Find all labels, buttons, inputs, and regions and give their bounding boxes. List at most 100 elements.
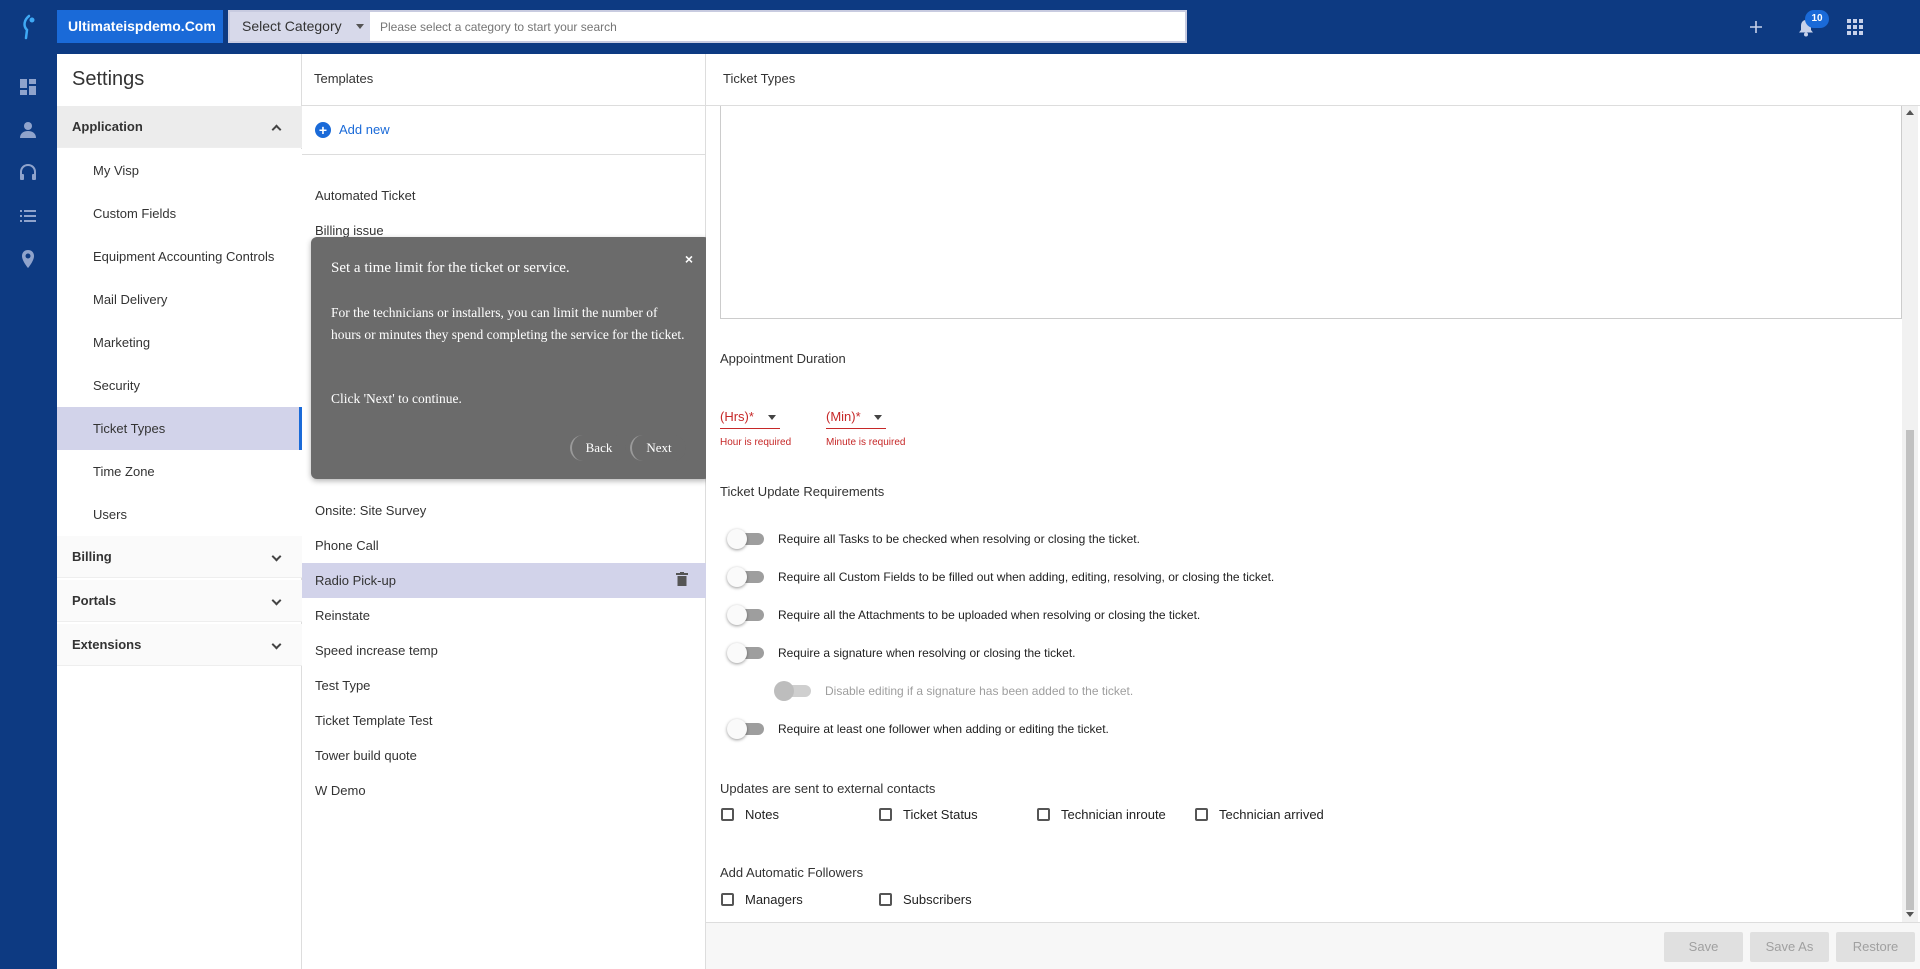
ticket-status-label: Ticket Status bbox=[903, 807, 978, 822]
hours-error: Hour is required bbox=[720, 437, 792, 448]
scroll-thumb[interactable] bbox=[1906, 430, 1914, 910]
minutes-select[interactable]: (Min)* bbox=[826, 407, 886, 429]
search-input[interactable] bbox=[380, 12, 1170, 41]
template-item[interactable]: Test Type bbox=[302, 668, 706, 703]
close-icon[interactable]: × bbox=[685, 251, 693, 267]
appointment-duration-label: Appointment Duration bbox=[720, 351, 846, 366]
save-as-button[interactable]: Save As bbox=[1750, 932, 1829, 962]
section-label: Billing bbox=[72, 549, 112, 564]
settings-item-marketing[interactable]: Marketing bbox=[57, 321, 302, 364]
description-editor[interactable] bbox=[720, 106, 1902, 319]
apps-grid-icon[interactable] bbox=[1842, 14, 1868, 40]
add-circle-icon: + bbox=[315, 122, 331, 138]
external-contacts-label: Updates are sent to external contacts bbox=[720, 781, 936, 796]
ticket-type-editor: Ticket Types Appointment Duration (Hrs)*… bbox=[706, 54, 1920, 969]
section-extensions[interactable]: Extensions bbox=[57, 624, 302, 666]
tour-body: For the technicians or installers, you c… bbox=[331, 305, 685, 342]
chevron-down-icon bbox=[271, 551, 282, 562]
section-label: Application bbox=[72, 119, 143, 134]
template-item[interactable]: Speed increase temp bbox=[302, 633, 706, 668]
person-icon[interactable] bbox=[17, 119, 39, 141]
hours-select[interactable]: (Hrs)* bbox=[720, 407, 780, 429]
section-label: Extensions bbox=[72, 637, 142, 652]
template-item[interactable]: W Demo bbox=[302, 773, 706, 808]
location-pin-icon[interactable] bbox=[17, 248, 39, 270]
require-tasks-toggle[interactable] bbox=[727, 529, 764, 549]
logo-icon[interactable] bbox=[18, 14, 40, 40]
technician-arrived-checkbox[interactable] bbox=[1195, 808, 1208, 821]
ticket-status-checkbox[interactable] bbox=[879, 808, 892, 821]
minutes-placeholder: (Min)* bbox=[826, 409, 861, 424]
page-title: Settings bbox=[72, 68, 145, 90]
toggle-knob bbox=[727, 643, 747, 663]
settings-item-ticket-types[interactable]: Ticket Types bbox=[57, 407, 302, 450]
account-brand-button[interactable]: Ultimateispdemo.Com bbox=[57, 10, 223, 43]
add-new-label: Add new bbox=[339, 122, 390, 137]
notes-checkbox[interactable] bbox=[721, 808, 734, 821]
restore-button[interactable]: Restore bbox=[1836, 932, 1915, 962]
section-application[interactable]: Application bbox=[57, 106, 302, 148]
managers-checkbox[interactable] bbox=[721, 893, 734, 906]
require-custom-fields-label: Require all Custom Fields to be filled o… bbox=[778, 570, 1275, 584]
save-button[interactable]: Save bbox=[1664, 932, 1743, 962]
minutes-error: Minute is required bbox=[826, 437, 906, 448]
divider bbox=[302, 154, 706, 155]
scroll-down-icon[interactable] bbox=[1906, 912, 1914, 917]
section-billing[interactable]: Billing bbox=[57, 536, 302, 578]
require-follower-label: Require at least one follower when addin… bbox=[778, 722, 1109, 736]
toggle-knob bbox=[727, 529, 747, 549]
settings-panel: Settings Application My Visp Custom Fiel… bbox=[57, 54, 302, 969]
require-attachments-toggle[interactable] bbox=[727, 605, 764, 625]
technician-inroute-checkbox[interactable] bbox=[1037, 808, 1050, 821]
hours-placeholder: (Hrs)* bbox=[720, 409, 754, 424]
technician-inroute-label: Technician inroute bbox=[1061, 807, 1166, 822]
headset-icon[interactable] bbox=[17, 162, 39, 184]
subscribers-checkbox[interactable] bbox=[879, 893, 892, 906]
plus-icon[interactable] bbox=[1743, 14, 1769, 40]
template-item[interactable]: Tower build quote bbox=[302, 738, 706, 773]
subscribers-label: Subscribers bbox=[903, 892, 972, 907]
automatic-followers-label: Add Automatic Followers bbox=[720, 865, 864, 880]
managers-label: Managers bbox=[745, 892, 803, 907]
toggle-knob bbox=[727, 567, 747, 587]
settings-item-time-zone[interactable]: Time Zone bbox=[57, 450, 302, 493]
template-item[interactable]: Reinstate bbox=[302, 598, 706, 633]
scroll-up-icon[interactable] bbox=[1906, 110, 1914, 115]
settings-item-custom-fields[interactable]: Custom Fields bbox=[57, 192, 302, 235]
template-item[interactable]: Ticket Template Test bbox=[302, 703, 706, 738]
chevron-down-icon bbox=[768, 415, 776, 420]
require-follower-toggle[interactable] bbox=[727, 719, 764, 739]
section-portals[interactable]: Portals bbox=[57, 580, 302, 622]
settings-item-equipment-accounting[interactable]: Equipment Accounting Controls bbox=[57, 235, 302, 278]
settings-item-mail-delivery[interactable]: Mail Delivery bbox=[57, 278, 302, 321]
require-attachments-label: Require all the Attachments to be upload… bbox=[778, 608, 1201, 622]
category-select[interactable]: Select Category bbox=[230, 12, 370, 41]
template-item-selected[interactable]: Radio Pick-up bbox=[302, 563, 706, 598]
editor-scrollbar[interactable] bbox=[1902, 106, 1918, 922]
toggle-knob bbox=[727, 719, 747, 739]
toggle-knob bbox=[727, 605, 747, 625]
dashboard-icon[interactable] bbox=[17, 76, 39, 98]
template-item[interactable]: Phone Call bbox=[302, 528, 706, 563]
settings-item-security[interactable]: Security bbox=[57, 364, 302, 407]
tour-title: Set a time limit for the ticket or servi… bbox=[331, 260, 570, 276]
add-new-template-button[interactable]: + Add new bbox=[315, 120, 390, 140]
chevron-up-icon bbox=[271, 124, 282, 135]
template-item[interactable]: Onsite: Site Survey bbox=[302, 493, 706, 528]
tour-back-button[interactable]: Back bbox=[570, 435, 626, 461]
chevron-down-icon bbox=[356, 24, 364, 29]
template-item[interactable]: Automated Ticket bbox=[302, 178, 706, 213]
tour-continue-hint: Click 'Next' to continue. bbox=[331, 391, 462, 406]
list-icon[interactable] bbox=[17, 205, 39, 227]
global-search: Select Category bbox=[228, 10, 1187, 43]
require-signature-toggle[interactable] bbox=[727, 643, 764, 663]
templates-panel: Templates + Add new Automated Ticket Bil… bbox=[302, 54, 706, 969]
tour-next-button[interactable]: Next bbox=[630, 435, 686, 461]
settings-item-my-visp[interactable]: My Visp bbox=[57, 149, 302, 192]
notification-count-badge: 10 bbox=[1805, 10, 1829, 28]
trash-icon[interactable] bbox=[676, 572, 688, 586]
editor-title: Ticket Types bbox=[723, 71, 796, 86]
settings-item-users[interactable]: Users bbox=[57, 493, 302, 536]
require-custom-fields-toggle[interactable] bbox=[727, 567, 764, 587]
toggle-knob bbox=[774, 681, 794, 701]
